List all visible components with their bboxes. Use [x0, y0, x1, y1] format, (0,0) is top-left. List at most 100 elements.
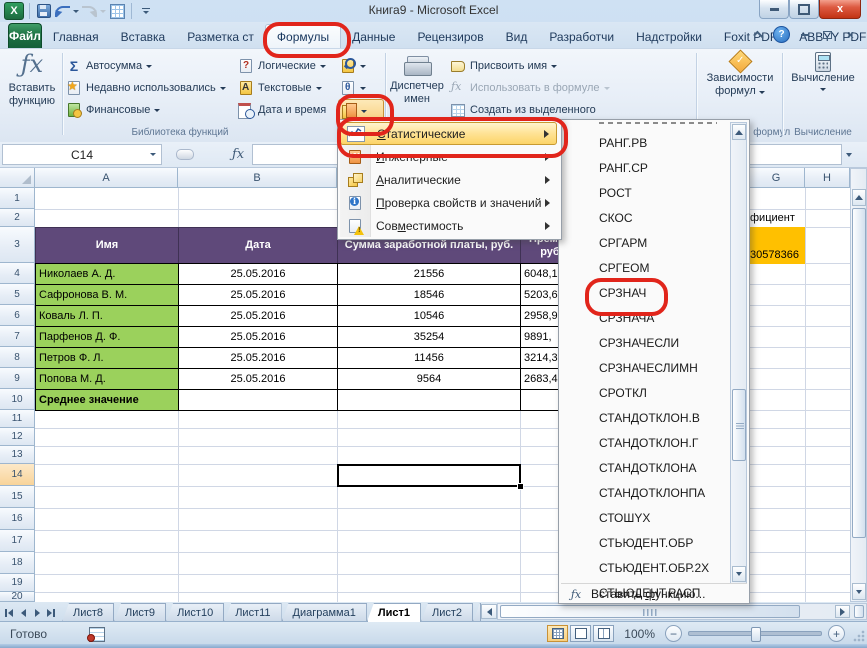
vertical-scroll-thumb[interactable]	[852, 208, 866, 538]
function-item-СРГАРМ[interactable]: СРГАРМ	[561, 230, 729, 255]
calculation-button[interactable]: Вычисление	[786, 52, 860, 138]
row-header-12[interactable]: 12	[0, 428, 35, 446]
function-item-СТАНДОТКЛОН.Г[interactable]: СТАНДОТКЛОН.Г	[561, 430, 729, 455]
submenu-scroll-down-button[interactable]	[732, 566, 746, 582]
button-Текстовые[interactable]: АТекстовые	[238, 77, 337, 99]
submenu-scroll-thumb[interactable]	[732, 389, 746, 461]
sheet-tab-Лист8[interactable]: Лист8	[62, 603, 114, 622]
row-header-13[interactable]: 13	[0, 446, 35, 464]
next-sheet-button[interactable]	[30, 605, 44, 620]
page-break-view-button[interactable]	[593, 625, 614, 642]
row-header-19[interactable]: 19	[0, 574, 35, 592]
row-header-15[interactable]: 15	[0, 486, 35, 508]
tab-file[interactable]: Файл	[8, 23, 42, 48]
zoom-in-button[interactable]: +	[828, 625, 845, 642]
row-header-7[interactable]: 7	[0, 326, 35, 347]
expand-formula-bar-icon[interactable]	[846, 153, 852, 157]
zoom-slider[interactable]	[688, 631, 822, 636]
tab-Вставка[interactable]: Вставка	[110, 25, 177, 48]
normal-view-button[interactable]	[547, 625, 568, 642]
redo-button[interactable]	[82, 3, 106, 20]
first-sheet-button[interactable]	[2, 605, 16, 620]
row-header-20[interactable]: 20	[0, 592, 35, 602]
scroll-up-button[interactable]	[852, 189, 866, 206]
last-sheet-button[interactable]	[44, 605, 58, 620]
tab-Разметка ст[interactable]: Разметка ст	[176, 25, 265, 48]
tab-Рецензиров[interactable]: Рецензиров	[406, 25, 494, 48]
button-Присвоить имя[interactable]: Присвоить имя	[450, 55, 650, 77]
row-header-5[interactable]: 5	[0, 284, 35, 305]
button-Дата и время[interactable]: Дата и время	[238, 99, 337, 121]
tab-Данные[interactable]: Данные	[341, 25, 406, 48]
function-item-СРЗНАЧЕСЛИ[interactable]: СРЗНАЧЕСЛИ	[561, 330, 729, 355]
column-header-H[interactable]: H	[805, 168, 850, 188]
function-item-СРЗНАЧЕСЛИМН[interactable]: СРЗНАЧЕСЛИМН	[561, 355, 729, 380]
row-header-18[interactable]: 18	[0, 552, 35, 574]
submenu-scrollbar[interactable]	[730, 122, 747, 584]
function-item-СКОС[interactable]: СКОС	[561, 205, 729, 230]
name-box[interactable]: C14	[2, 144, 162, 165]
row-header-14[interactable]: 14	[0, 464, 35, 486]
row-header-11[interactable]: 11	[0, 410, 35, 428]
sheet-tab-clipped[interactable]	[473, 603, 481, 622]
insert-function-fx-button[interactable]: ƒx	[232, 147, 244, 162]
function-item-СТАНДОТКЛОН.В[interactable]: СТАНДОТКЛОН.В	[561, 405, 729, 430]
row-header-1[interactable]: 1	[0, 188, 35, 209]
column-header-A[interactable]: A	[35, 168, 178, 188]
button-Финансовые[interactable]: Финансовые	[66, 99, 236, 121]
zoom-out-button[interactable]: −	[665, 625, 682, 642]
row-header-2[interactable]: 2	[0, 209, 35, 227]
insert-function-button[interactable]: ƒx Вставить функцию	[4, 52, 60, 138]
workbook-minimize-button[interactable]	[796, 27, 813, 43]
name-box-dropdown-icon[interactable]	[150, 153, 156, 156]
button-math-trig[interactable]: θ	[338, 77, 384, 99]
button-Логические[interactable]: ?Логические	[238, 55, 337, 77]
undo-button[interactable]	[55, 3, 79, 20]
row-header-9[interactable]: 9	[0, 368, 35, 389]
row-header-3[interactable]: 3	[0, 227, 35, 263]
tab-scroll-left-button[interactable]	[481, 604, 497, 619]
scrollbar-resize-handle[interactable]	[854, 605, 864, 618]
column-header-B[interactable]: B	[178, 168, 337, 188]
sheet-tab-Лист1[interactable]: Лист1	[367, 603, 421, 622]
collapse-ribbon-button[interactable]	[750, 27, 767, 43]
close-button[interactable]: x	[819, 0, 861, 19]
customize-qat-button[interactable]	[137, 3, 154, 20]
record-macro-button[interactable]	[87, 626, 107, 642]
restore-button[interactable]	[789, 0, 819, 19]
column-header-G[interactable]: G	[748, 168, 805, 188]
scroll-right-button[interactable]	[835, 605, 850, 618]
row-header-10[interactable]: 10	[0, 389, 35, 410]
menu-item-Аналитические[interactable]: Аналитические	[340, 168, 557, 191]
sheet-tab-Лист2[interactable]: Лист2	[421, 603, 473, 622]
sheet-tab-Лист11[interactable]: Лист11	[224, 603, 281, 622]
scroll-down-button[interactable]	[852, 583, 866, 600]
selected-cell-C14[interactable]	[337, 464, 521, 487]
menu-item-Совместимость[interactable]: !Совместимость	[340, 214, 557, 237]
vertical-scrollbar[interactable]	[850, 168, 867, 602]
menu-item-Статистические[interactable]: Статистические	[340, 122, 557, 145]
page-layout-view-button[interactable]	[570, 625, 591, 642]
button-Создать из выделенного[interactable]: Создать из выделенного	[450, 99, 650, 121]
function-item-СРЗНАЧА[interactable]: СРЗНАЧА	[561, 305, 729, 330]
undo-dropdown-icon[interactable]	[73, 10, 79, 13]
prev-sheet-button[interactable]	[16, 605, 30, 620]
menu-item-Проверка свойств и значений[interactable]: iПроверка свойств и значений	[340, 191, 557, 214]
function-item-СТЬЮДЕНТ.ОБР.2X[interactable]: СТЬЮДЕНТ.ОБР.2X	[561, 555, 729, 580]
sheet-tab-Лист9[interactable]: Лист9	[114, 603, 166, 622]
sheet-tab-Лист10[interactable]: Лист10	[166, 603, 224, 622]
function-item-РОСТ[interactable]: РОСТ	[561, 180, 729, 205]
minimize-button[interactable]	[759, 0, 789, 19]
sheet-tab-Диаграмма1[interactable]: Диаграмма1	[282, 603, 367, 622]
tab-Надстройки[interactable]: Надстройки	[625, 25, 713, 48]
zoom-slider-thumb[interactable]	[751, 627, 761, 642]
workbook-close-button[interactable]: x	[842, 27, 859, 43]
function-item-СРГЕОМ[interactable]: СРГЕОМ	[561, 255, 729, 280]
row-header-6[interactable]: 6	[0, 305, 35, 326]
tab-Разработчи[interactable]: Разработчи	[538, 25, 625, 48]
button-lookup-reference[interactable]	[338, 55, 384, 77]
function-item-СРЗНАЧ[interactable]: СРЗНАЧ	[561, 280, 729, 305]
row-header-17[interactable]: 17	[0, 530, 35, 552]
row-header-8[interactable]: 8	[0, 347, 35, 368]
button-Автосумма[interactable]: ΣАвтосумма	[66, 55, 236, 77]
